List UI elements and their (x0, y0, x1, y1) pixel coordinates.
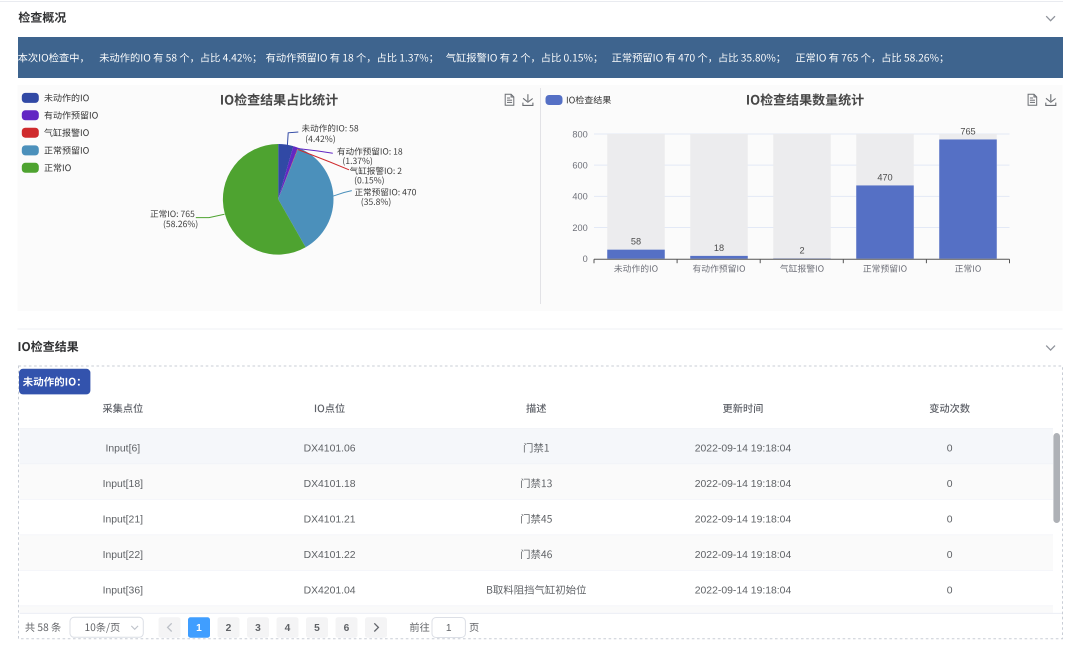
svg-text:2022-09-14 19:18:04: 2022-09-14 19:18:04 (695, 550, 792, 561)
svg-text:800: 800 (572, 129, 587, 139)
svg-text:Input[36]: Input[36] (103, 586, 144, 597)
svg-text:2022-09-14 19:18:04: 2022-09-14 19:18:04 (695, 586, 792, 597)
svg-text:1: 1 (446, 623, 452, 634)
svg-text:0: 0 (583, 254, 588, 264)
svg-text:200: 200 (572, 223, 587, 233)
svg-text:DX4201.04: DX4201.04 (304, 586, 356, 597)
svg-text:Input[22]: Input[22] (103, 550, 144, 561)
svg-text:5: 5 (314, 623, 320, 634)
svg-text:6: 6 (344, 623, 350, 634)
svg-text:2: 2 (799, 245, 804, 255)
svg-text:Input[6]: Input[6] (105, 444, 140, 455)
svg-text:58: 58 (631, 237, 641, 247)
svg-text:2: 2 (226, 623, 232, 634)
svg-text:600: 600 (572, 160, 587, 170)
svg-text:18: 18 (714, 243, 724, 253)
svg-text:1: 1 (196, 623, 202, 634)
svg-text:DX4101.22: DX4101.22 (304, 550, 356, 561)
svg-text:0: 0 (947, 586, 953, 597)
svg-text:2022-09-14 19:18:04: 2022-09-14 19:18:04 (695, 479, 792, 490)
svg-text:765: 765 (960, 126, 975, 136)
svg-text:2022-09-14 19:18:04: 2022-09-14 19:18:04 (695, 515, 792, 526)
svg-text:4: 4 (285, 623, 291, 634)
svg-text:Input[18]: Input[18] (103, 479, 144, 490)
svg-text:Input[21]: Input[21] (103, 515, 144, 526)
svg-text:0: 0 (947, 550, 953, 561)
svg-text:0: 0 (947, 479, 953, 490)
svg-text:2022-09-14 19:18:04: 2022-09-14 19:18:04 (695, 444, 792, 455)
svg-text:3: 3 (255, 623, 261, 634)
svg-text:470: 470 (877, 172, 892, 182)
svg-text:DX4101.21: DX4101.21 (304, 515, 356, 526)
svg-text:400: 400 (572, 192, 587, 202)
svg-text:DX4101.06: DX4101.06 (304, 444, 356, 455)
svg-text:DX4101.18: DX4101.18 (304, 479, 356, 490)
svg-text:0: 0 (947, 444, 953, 455)
svg-text:0: 0 (947, 515, 953, 526)
